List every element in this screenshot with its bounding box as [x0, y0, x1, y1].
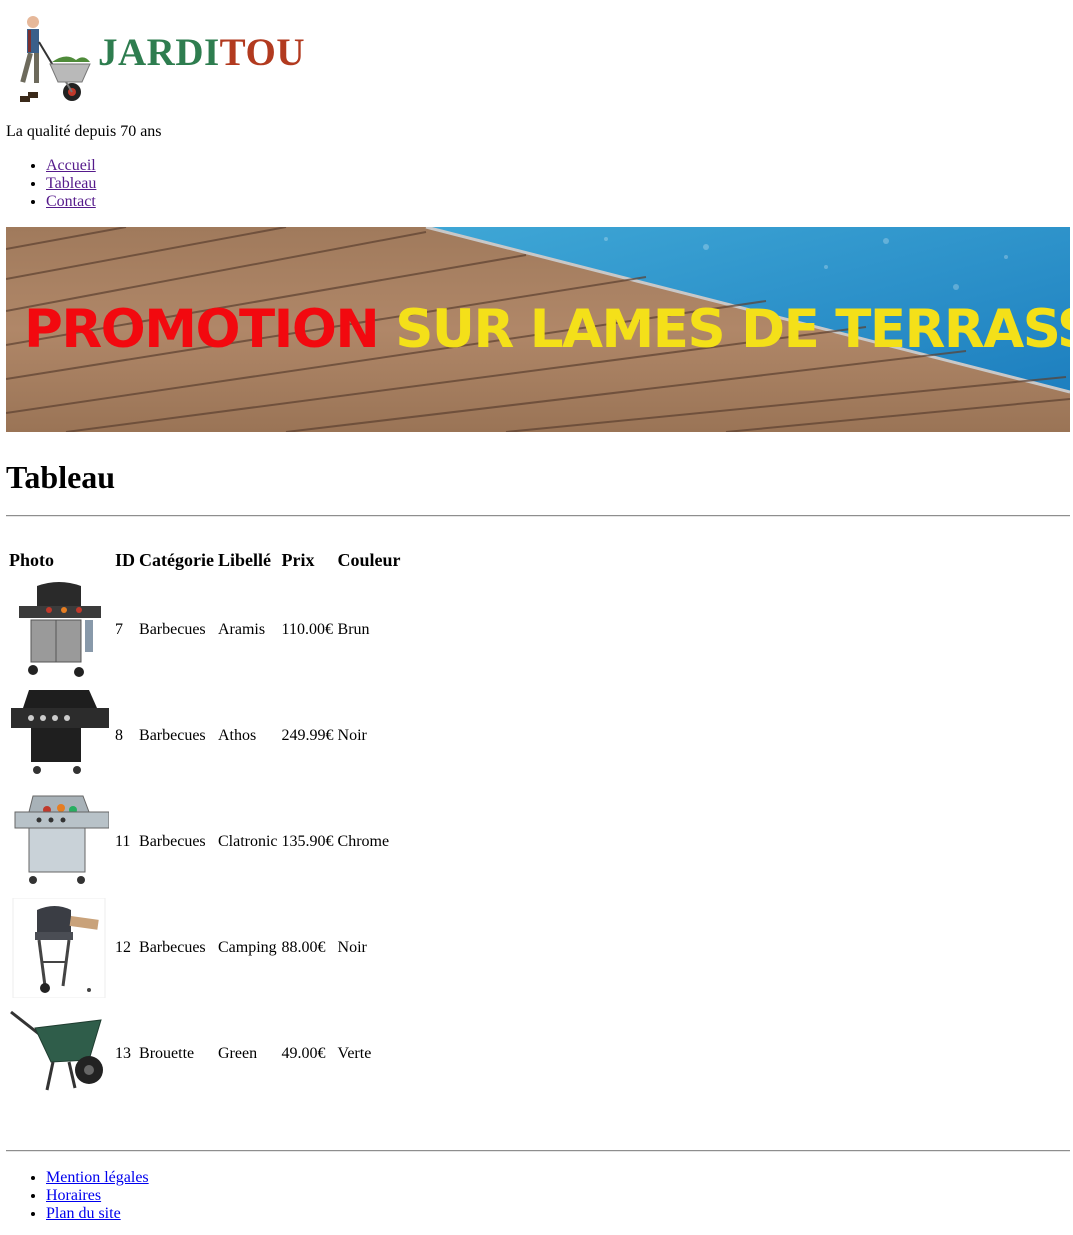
banner-headline-red: PROMOTION [24, 299, 380, 360]
brand-part-2: TOU [219, 31, 305, 74]
cell-category: Barbecues [139, 727, 206, 744]
tagline: La qualité depuis 70 ans [6, 123, 162, 140]
barbecue-grill-icon [11, 690, 109, 774]
divider-top [6, 515, 1070, 517]
table-row: 11 Barbecues Clatronic 135.90€ Chrome [8, 790, 402, 894]
page-title: Tableau [6, 459, 116, 495]
cell-id: 13 [115, 1045, 131, 1062]
table-row: 13 Brouette Green 49.00€ Verte [8, 1002, 402, 1106]
cell-photo [8, 896, 112, 1000]
cell-photo [8, 684, 112, 788]
cell-color: Verte [337, 1045, 372, 1062]
col-header-id: ID [115, 549, 136, 570]
col-header-label: Libellé [217, 549, 271, 570]
cell-color: Brun [337, 621, 370, 638]
cell-photo [8, 1002, 112, 1106]
brand-part-1: JARDI [98, 31, 220, 74]
cell-price: 110.00€ [281, 621, 333, 638]
footer-link-plan-du-site[interactable]: Plan du site [46, 1205, 121, 1222]
footer-item-horaires: Horaires [46, 1187, 149, 1205]
cell-color: Chrome [337, 833, 390, 850]
cell-category: Barbecues [139, 621, 206, 638]
wheelbarrow-icon [10, 1010, 103, 1091]
barbecue-grill-icon [12, 898, 106, 998]
nav-item-accueil: Accueil [46, 157, 96, 175]
cell-id: 7 [115, 621, 123, 638]
footer-link-horaires[interactable]: Horaires [46, 1187, 101, 1204]
main-nav: Accueil Tableau Contact [6, 157, 96, 211]
footer-item-mentions: Mention légales [46, 1169, 149, 1187]
table-header-row: Photo ID Catégorie Libellé Prix Couleur [8, 544, 402, 576]
col-header-category: Catégorie [139, 549, 214, 570]
table-row: 8 Barbecues Athos 249.99€ Noir [8, 684, 402, 788]
cell-id: 12 [115, 939, 131, 956]
cell-category: Barbecues [139, 833, 206, 850]
cell-label: Athos [217, 727, 257, 744]
cell-price: 49.00€ [281, 1045, 326, 1062]
site-header: JARDITOU [6, 12, 306, 104]
cell-price: 88.00€ [281, 939, 326, 956]
cell-photo [8, 578, 112, 682]
table-row: 7 Barbecues Aramis 110.00€ Brun [8, 578, 402, 682]
cell-price: 135.90€ [281, 833, 334, 850]
footer-links: Mention légales Horaires Plan du site [6, 1169, 149, 1223]
nav-link-accueil[interactable]: Accueil [46, 157, 96, 174]
col-header-photo: Photo [9, 549, 54, 570]
nav-link-tableau[interactable]: Tableau [46, 175, 96, 192]
cell-category: Barbecues [139, 939, 206, 956]
nav-link-contact[interactable]: Contact [46, 193, 96, 210]
gardener-wheelbarrow-logo [20, 16, 91, 102]
nav-item-tableau: Tableau [46, 175, 96, 193]
footer-item-plan: Plan du site [46, 1205, 149, 1223]
divider-bottom [6, 1150, 1070, 1152]
cell-category: Brouette [139, 1045, 195, 1062]
nav-item-contact: Contact [46, 193, 96, 211]
col-header-color: Couleur [337, 549, 401, 570]
table-row: 12 Barbecues Camping 88.00€ Noir [8, 896, 402, 1000]
cell-id: 8 [115, 727, 123, 744]
cell-color: Noir [337, 727, 367, 744]
cell-label: Clatronic [217, 833, 278, 850]
product-table: Photo ID Catégorie Libellé Prix Couleur [6, 542, 404, 1108]
cell-photo [8, 790, 112, 894]
cell-label: Aramis [217, 621, 266, 638]
cell-label: Camping [217, 939, 277, 956]
cell-color: Noir [337, 939, 367, 956]
col-header-price: Prix [281, 549, 315, 570]
footer-link-mentions[interactable]: Mention légales [46, 1169, 149, 1186]
brand-name: JARDITOU [98, 33, 305, 72]
barbecue-grill-icon [19, 582, 101, 677]
promo-banner[interactable]: PROMOTION SUR LAMES DE TERRASSE [6, 227, 1070, 432]
cell-id: 11 [115, 833, 131, 850]
cell-label: Green [217, 1045, 258, 1062]
cell-price: 249.99€ [281, 727, 334, 744]
banner-headline: PROMOTION SUR LAMES DE TERRASSE [24, 303, 1070, 356]
barbecue-grill-icon [14, 795, 109, 884]
banner-headline-yellow: SUR LAMES DE TERRASSE [378, 299, 1070, 360]
